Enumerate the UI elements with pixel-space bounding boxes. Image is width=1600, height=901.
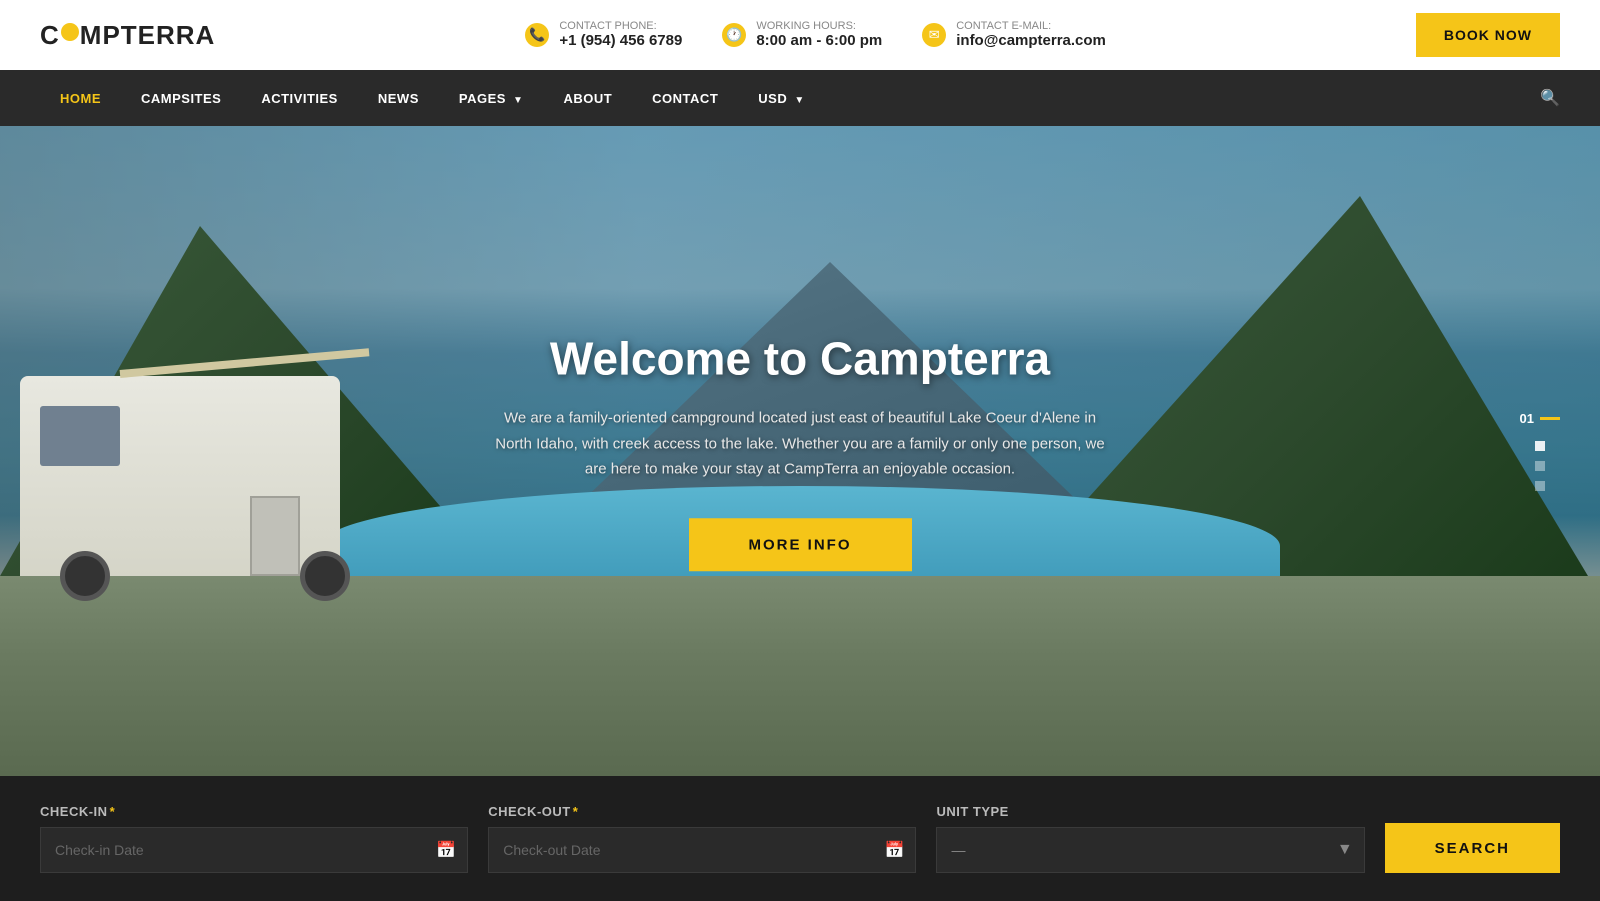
rv-vehicle xyxy=(0,256,380,606)
navbar: HOME CAMPSITES ACTIVITIES NEWS PAGES ▼ A… xyxy=(0,70,1600,126)
checkin-field: Check-in* 📅 xyxy=(40,804,468,873)
email-info: ✉ Contact e-mail: info@campterra.com xyxy=(922,20,1106,50)
unit-type-label: Unit type xyxy=(936,804,1364,819)
slide-dot-1[interactable] xyxy=(1535,441,1545,451)
nav-item-contact[interactable]: CONTACT xyxy=(632,73,738,124)
checkout-calendar-icon: 📅 xyxy=(885,840,905,860)
nav-item-activities[interactable]: ACTIVITIES xyxy=(241,73,358,124)
rv-awning xyxy=(120,348,370,378)
logo[interactable]: CMPTERRA xyxy=(40,20,215,51)
checkout-required: * xyxy=(573,804,579,819)
checkin-input[interactable] xyxy=(40,827,468,873)
hero-section: Welcome to Campterra We are a family-ori… xyxy=(0,126,1600,776)
logo-icon xyxy=(61,23,79,41)
checkout-input-wrap: 📅 xyxy=(488,827,916,873)
unit-type-field: Unit type — RV Tent Cabin ▼ xyxy=(936,804,1364,873)
checkin-required: * xyxy=(110,804,116,819)
rv-window xyxy=(40,406,120,466)
checkout-field: Check-out* 📅 xyxy=(488,804,916,873)
nav-item-about[interactable]: ABOUT xyxy=(543,73,632,124)
slide-number: 01 xyxy=(1520,411,1560,426)
unit-type-select-wrap: — RV Tent Cabin ▼ xyxy=(936,827,1364,873)
hero-content: Welcome to Campterra We are a family-ori… xyxy=(490,331,1110,571)
checkin-input-wrap: 📅 xyxy=(40,827,468,873)
email-address: info@campterra.com xyxy=(956,32,1106,49)
rv-wheel-right xyxy=(300,551,350,601)
checkin-label: Check-in* xyxy=(40,804,468,819)
hours-value: 8:00 am - 6:00 pm xyxy=(756,32,882,49)
rv-body xyxy=(20,376,340,576)
usd-arrow-icon: ▼ xyxy=(794,95,804,106)
hours-info: 🕐 Working hours: 8:00 am - 6:00 pm xyxy=(722,20,882,50)
phone-info: 📞 Contact phone: +1 (954) 456 6789 xyxy=(525,20,682,50)
email-text: Contact e-mail: info@campterra.com xyxy=(956,20,1106,50)
nav-item-pages[interactable]: PAGES ▼ xyxy=(439,73,544,124)
phone-icon: 📞 xyxy=(525,23,549,47)
nav-item-usd[interactable]: USD ▼ xyxy=(738,73,824,124)
email-icon: ✉ xyxy=(922,23,946,47)
phone-number: +1 (954) 456 6789 xyxy=(559,32,682,49)
nav-item-home[interactable]: HOME xyxy=(40,73,121,124)
nav-link-usd[interactable]: USD ▼ xyxy=(738,73,824,124)
clock-icon: 🕐 xyxy=(722,23,746,47)
hero-description: We are a family-oriented campground loca… xyxy=(490,405,1110,482)
ground xyxy=(0,576,1600,776)
hours-text: Working hours: 8:00 am - 6:00 pm xyxy=(756,20,882,50)
top-bar: CMPTERRA 📞 Contact phone: +1 (954) 456 6… xyxy=(0,0,1600,70)
nav-link-contact[interactable]: CONTACT xyxy=(632,73,738,124)
slide-line xyxy=(1540,417,1560,420)
email-label: Contact e-mail: xyxy=(956,20,1106,32)
rv-wheel-left xyxy=(60,551,110,601)
booking-bar: Check-in* 📅 Check-out* 📅 Unit type — RV … xyxy=(0,776,1600,901)
nav-link-about[interactable]: ABOUT xyxy=(543,73,632,124)
more-info-button[interactable]: MORE INFO xyxy=(689,518,912,571)
rv-door xyxy=(250,496,300,576)
nav-item-campsites[interactable]: CAMPSITES xyxy=(121,73,241,124)
pages-arrow-icon: ▼ xyxy=(513,95,523,106)
book-now-button[interactable]: BOOK NOW xyxy=(1416,13,1560,57)
unit-type-select[interactable]: — RV Tent Cabin xyxy=(936,827,1364,873)
hours-label: Working hours: xyxy=(756,20,882,32)
checkin-calendar-icon: 📅 xyxy=(436,840,456,860)
nav-link-pages[interactable]: PAGES ▼ xyxy=(439,73,544,124)
phone-label: Contact phone: xyxy=(559,20,682,32)
nav-link-news[interactable]: NEWS xyxy=(358,73,439,124)
checkout-input[interactable] xyxy=(488,827,916,873)
slide-indicators: 01 xyxy=(1520,411,1560,491)
search-button[interactable]: SEARCH xyxy=(1385,823,1560,873)
nav-item-news[interactable]: NEWS xyxy=(358,73,439,124)
checkout-label: Check-out* xyxy=(488,804,916,819)
nav-link-campsites[interactable]: CAMPSITES xyxy=(121,73,241,124)
slide-dot-2[interactable] xyxy=(1535,461,1545,471)
search-icon[interactable]: 🔍 xyxy=(1540,88,1560,108)
nav-links: HOME CAMPSITES ACTIVITIES NEWS PAGES ▼ A… xyxy=(40,73,825,124)
slide-dot-3[interactable] xyxy=(1535,481,1545,491)
top-info: 📞 Contact phone: +1 (954) 456 6789 🕐 Wor… xyxy=(215,20,1416,50)
nav-link-home[interactable]: HOME xyxy=(40,73,121,124)
nav-link-activities[interactable]: ACTIVITIES xyxy=(241,73,358,124)
phone-text: Contact phone: +1 (954) 456 6789 xyxy=(559,20,682,50)
hero-title: Welcome to Campterra xyxy=(490,331,1110,385)
